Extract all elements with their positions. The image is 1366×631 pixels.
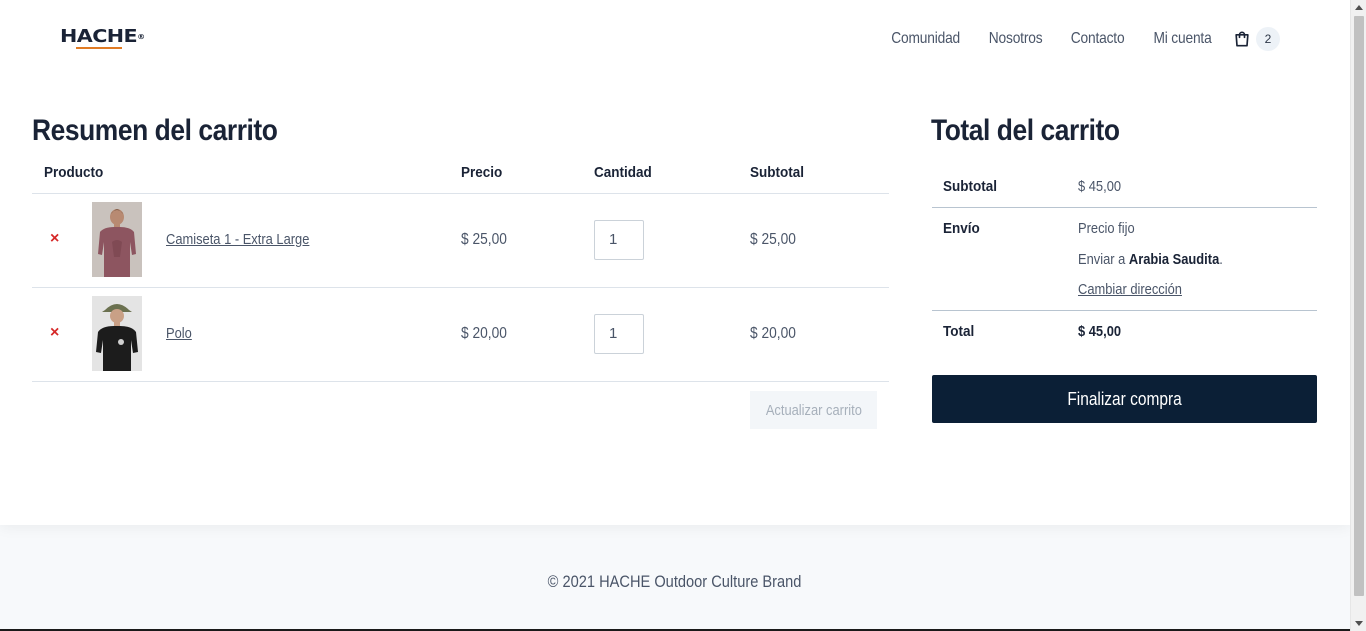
cart-summary-title: Resumen del carrito (32, 114, 278, 147)
nav-link-nosotros[interactable]: Nosotros (988, 30, 1042, 48)
site-footer: © 2021 HACHE Outdoor Culture Brand (0, 572, 1350, 592)
scrollbar-thumb[interactable] (1354, 16, 1364, 596)
totals-subtotal-row: Subtotal $ 45,00 (932, 176, 1317, 206)
column-header-subtotal: Subtotal (750, 164, 804, 181)
subtotal-value: $ 45,00 (1078, 178, 1122, 195)
change-address-link[interactable]: Cambiar dirección (1078, 281, 1182, 298)
total-label: Total (943, 323, 975, 340)
total-value: $ 45,00 (1078, 323, 1122, 340)
logo-registered-mark: ® (137, 33, 145, 41)
quantity-input[interactable]: 1 (594, 314, 644, 354)
ship-to-country: Arabia Saudita (1128, 251, 1220, 268)
quantity-input[interactable]: 1 (594, 220, 644, 260)
totals-shipping-row: Envío Precio fijo Enviar a Arabia Saudit… (932, 218, 1317, 308)
nav-link-comunidad[interactable]: Comunidad (891, 30, 960, 48)
shipping-method: Precio fijo (1078, 220, 1135, 237)
item-price: $ 25,00 (461, 231, 507, 248)
vertical-scrollbar[interactable] (1350, 0, 1366, 631)
nav-link-mi-cuenta[interactable]: Mi cuenta (1154, 30, 1212, 48)
main-nav: Comunidad Nosotros Contacto Mi cuenta 2 (860, 26, 1280, 52)
column-header-product: Producto (44, 164, 104, 181)
logo-text: HACHE® (60, 27, 145, 47)
ship-to-text: Enviar a Arabia Saudita. (1078, 251, 1223, 268)
shipping-label: Envío (943, 220, 980, 237)
item-subtotal: $ 25,00 (750, 231, 796, 248)
scroll-down-arrow-icon[interactable] (1355, 621, 1363, 626)
header-cart-button[interactable]: 2 (1232, 27, 1280, 51)
totals-divider (932, 310, 1317, 311)
cart-totals-title: Total del carrito (931, 114, 1120, 147)
update-cart-button[interactable]: Actualizar carrito (750, 391, 877, 429)
column-header-quantity: Cantidad (594, 164, 652, 181)
product-link-camiseta[interactable]: Camiseta 1 - Extra Large (166, 231, 309, 248)
item-price: $ 20,00 (461, 325, 507, 342)
checkout-button[interactable]: Finalizar compra (932, 375, 1317, 423)
checkout-label: Finalizar compra (1067, 388, 1182, 409)
product-thumbnail-polo[interactable] (92, 296, 142, 371)
shopping-bag-icon (1235, 31, 1249, 47)
cart-item-row: × Camiseta 1 - Extra Large $ 25,00 1 $ 2… (32, 193, 889, 287)
column-header-price: Precio (461, 164, 503, 181)
nav-link-contacto[interactable]: Contacto (1071, 30, 1125, 48)
remove-item-button[interactable]: × (50, 229, 59, 249)
brand-logo[interactable]: HACHE® (60, 27, 145, 51)
product-link-polo[interactable]: Polo (166, 325, 192, 342)
subtotal-label: Subtotal (943, 178, 997, 195)
table-divider (32, 381, 889, 382)
product-image (92, 296, 142, 371)
totals-divider (932, 207, 1317, 208)
item-subtotal: $ 20,00 (750, 325, 796, 342)
product-thumbnail-camiseta[interactable] (92, 202, 142, 277)
update-cart-label: Actualizar carrito (765, 401, 862, 419)
product-image (92, 202, 142, 277)
page-content: HACHE® Comunidad Nosotros Contacto Mi cu… (0, 0, 1350, 525)
footer-copyright: © 2021 HACHE Outdoor Culture Brand (548, 572, 802, 591)
logo-wordmark: HACHE (60, 26, 138, 47)
cart-item-row: × Polo $ 20,00 1 $ 20,00 (32, 287, 889, 381)
ship-to-prefix: Enviar a (1078, 251, 1126, 268)
ship-to-suffix: . (1219, 251, 1223, 268)
scroll-up-arrow-icon[interactable] (1355, 5, 1363, 10)
totals-total-row: Total $ 45,00 (932, 321, 1317, 351)
remove-item-button[interactable]: × (50, 323, 59, 343)
logo-underline (76, 47, 122, 49)
cart-count-badge: 2 (1256, 27, 1280, 51)
